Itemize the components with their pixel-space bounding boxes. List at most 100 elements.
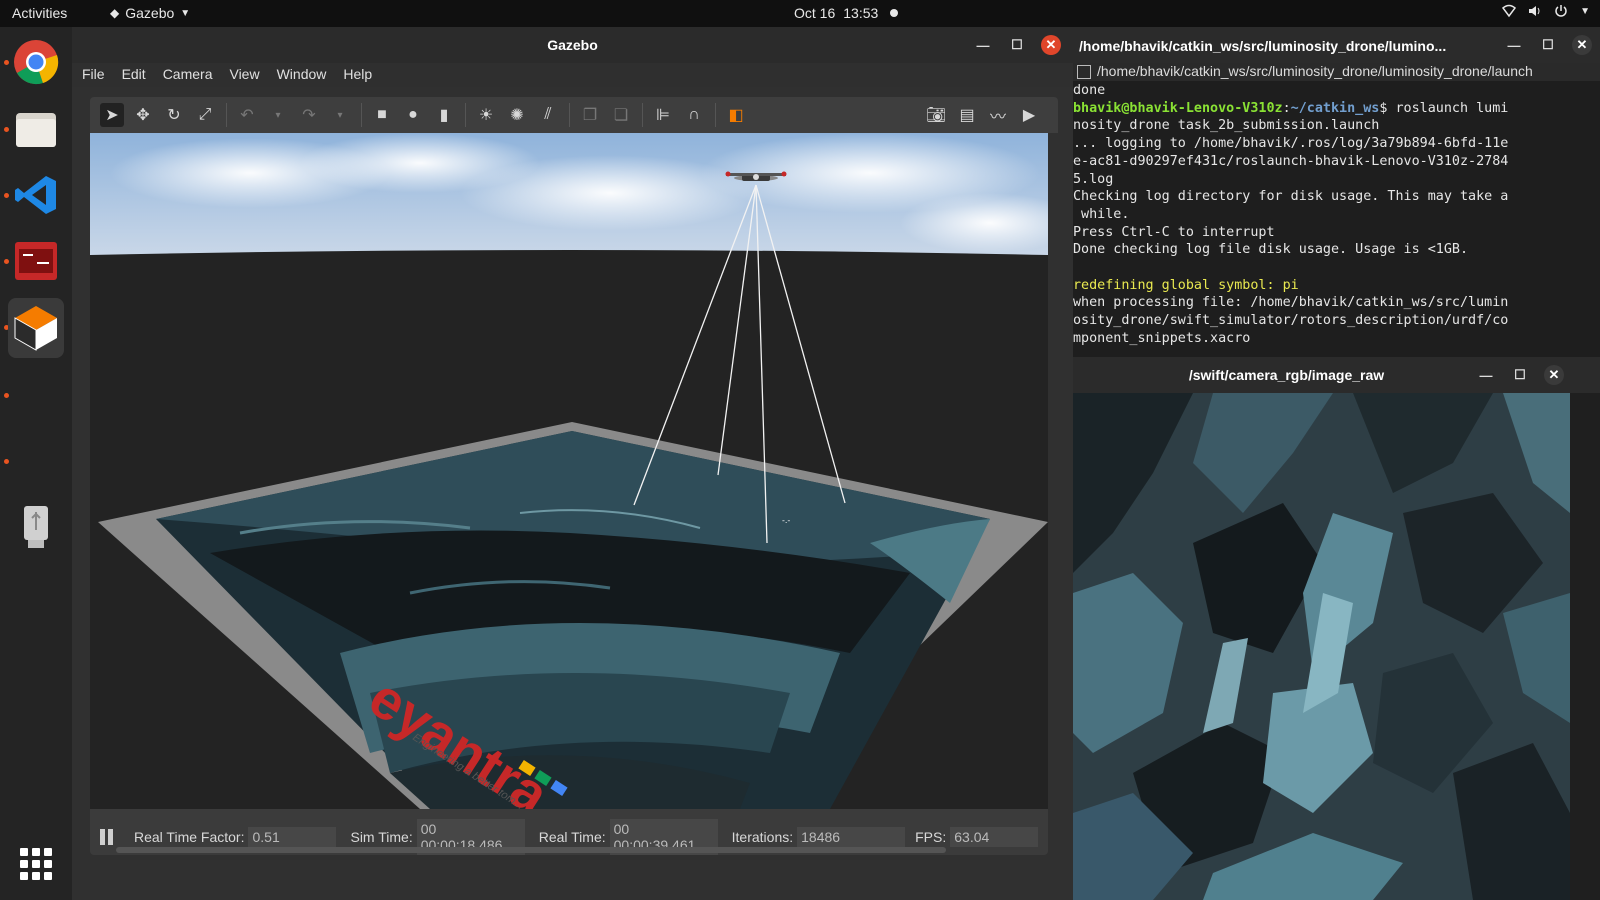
- menu-window[interactable]: Window: [277, 63, 338, 87]
- iterations-label: Iterations:: [731, 829, 794, 845]
- redo-dropdown-icon[interactable]: ▾: [328, 103, 352, 127]
- prompt-path: ~/catkin_ws: [1290, 100, 1380, 116]
- align-icon[interactable]: ⊫: [651, 103, 675, 127]
- close-button[interactable]: ✕: [1041, 35, 1061, 55]
- menu-edit[interactable]: Edit: [122, 63, 157, 87]
- terminal-icon: [15, 242, 57, 280]
- maximize-button[interactable]: ☐: [1538, 35, 1558, 55]
- undo-dropdown-icon[interactable]: ▾: [266, 103, 290, 127]
- minimize-button[interactable]: —: [1504, 35, 1524, 55]
- spot-light-icon[interactable]: ✺: [505, 103, 529, 127]
- copy-icon[interactable]: ❐: [578, 103, 602, 127]
- 3d-viewport[interactable]: eyantra Engineering a better tom... -.-: [90, 133, 1048, 809]
- sphere-shape-icon[interactable]: ●: [401, 103, 425, 127]
- terminal-line: Done checking log file disk usage. Usage…: [1073, 242, 1469, 258]
- window-title: /swift/camera_rgb/image_raw: [1188, 367, 1385, 383]
- dock-usb-drive[interactable]: [10, 501, 62, 553]
- close-button[interactable]: ✕: [1544, 365, 1564, 385]
- svg-text:-.-: -.-: [782, 516, 790, 525]
- fps-label: FPS:: [915, 829, 947, 845]
- minimize-button[interactable]: —: [973, 35, 993, 55]
- camera-image-render: [1073, 393, 1570, 900]
- chrome-icon: [14, 40, 59, 85]
- terminal-line: osity_drone/swift_simulator/rotors_descr…: [1073, 313, 1509, 329]
- dock-chrome[interactable]: [10, 36, 62, 88]
- menu-view[interactable]: View: [229, 63, 270, 87]
- image-view-titlebar[interactable]: /swift/camera_rgb/image_raw — ☐ ✕: [1073, 357, 1600, 393]
- box-shape-icon[interactable]: ■: [370, 103, 394, 127]
- usb-drive-icon: [24, 506, 48, 548]
- network-icon: [1502, 4, 1517, 21]
- point-light-icon[interactable]: ☀: [474, 103, 498, 127]
- clock[interactable]: Oct 16 13:53: [794, 5, 878, 21]
- minimize-button[interactable]: —: [1476, 365, 1496, 385]
- close-button[interactable]: ✕: [1572, 35, 1592, 55]
- terminal-titlebar[interactable]: /home/bhavik/catkin_ws/src/luminosity_dr…: [1073, 27, 1600, 63]
- vscode-icon: [15, 176, 56, 214]
- window-title: Gazebo: [547, 37, 598, 53]
- terminal-tab-label: /home/bhavik/catkin_ws/src/luminosity_dr…: [1097, 63, 1533, 79]
- rotate-mode-icon[interactable]: ↻: [162, 103, 186, 127]
- terminal-line: mponent_snippets.xacro: [1073, 330, 1251, 346]
- activities-button[interactable]: Activities: [12, 5, 67, 21]
- running-indicator: [4, 60, 9, 65]
- menu-file[interactable]: File: [82, 63, 116, 87]
- iterations-value: 18486: [797, 827, 906, 847]
- menu-camera[interactable]: Camera: [163, 63, 224, 87]
- directional-light-icon[interactable]: ⫽: [536, 103, 560, 127]
- terminal-output[interactable]: done bhavik@bhavik-Lenovo-V310z:~/catkin…: [1073, 82, 1594, 357]
- undo-icon[interactable]: ↶: [235, 103, 259, 127]
- dock-gazebo[interactable]: [8, 298, 64, 358]
- dock-terminal[interactable]: [10, 235, 62, 287]
- terminal-line: Press Ctrl-C to interrupt: [1073, 224, 1275, 240]
- power-icon: [1554, 4, 1568, 21]
- select-mode-icon[interactable]: ➤: [100, 103, 124, 127]
- dock-vscode[interactable]: [10, 169, 62, 221]
- maximize-button[interactable]: ☐: [1510, 365, 1530, 385]
- rtf-label: Real Time Factor:: [134, 829, 245, 845]
- paste-icon[interactable]: ❏: [609, 103, 633, 127]
- rtf-value: 0.51: [248, 827, 337, 847]
- prompt-user: bhavik@bhavik-Lenovo-V310z: [1073, 100, 1283, 116]
- view-angle-icon[interactable]: ◧: [724, 103, 748, 127]
- gazebo-titlebar[interactable]: Gazebo — ☐ ✕: [72, 27, 1073, 63]
- terminal-warning-line: redefining global symbol: pi: [1073, 277, 1299, 293]
- horizontal-scrollbar[interactable]: [116, 847, 946, 853]
- log-icon[interactable]: ▤: [955, 103, 979, 127]
- dock: [0, 27, 72, 900]
- dock-files[interactable]: [10, 103, 62, 155]
- clock-date: Oct 16: [794, 5, 836, 21]
- running-indicator: [4, 127, 9, 132]
- screenshot-camera-icon[interactable]: 📷︎: [924, 103, 948, 127]
- cylinder-shape-icon[interactable]: ▮: [432, 103, 456, 127]
- snap-magnet-icon[interactable]: ∩: [682, 103, 706, 127]
- terminal-prompt-line: bhavik@bhavik-Lenovo-V310z:~/catkin_ws$ …: [1073, 100, 1509, 116]
- system-tray[interactable]: ▼: [1502, 4, 1590, 21]
- show-applications-icon[interactable]: [20, 848, 52, 880]
- plot-icon[interactable]: 〰: [986, 103, 1010, 127]
- toolbar-separator: [361, 103, 362, 127]
- scene-render: eyantra Engineering a better tom... -.-: [90, 133, 1048, 809]
- translate-mode-icon[interactable]: ✥: [131, 103, 155, 127]
- files-icon: [16, 113, 56, 147]
- camera-image[interactable]: [1073, 393, 1570, 900]
- scale-mode-icon[interactable]: ⤢: [193, 103, 217, 127]
- video-record-icon[interactable]: ▶: [1017, 103, 1041, 127]
- terminal-line: nosity_drone task_2b_submission.launch: [1073, 118, 1380, 134]
- redo-icon[interactable]: ↷: [297, 103, 321, 127]
- pause-icon[interactable]: [100, 829, 114, 845]
- toolbar-separator: [465, 103, 466, 127]
- terminal-line: when processing file: /home/bhavik/catki…: [1073, 295, 1509, 311]
- vertical-scrollbar[interactable]: [1570, 393, 1600, 900]
- sim-time-label: Sim Time:: [350, 829, 413, 845]
- terminal-tab[interactable]: /home/bhavik/catkin_ws/src/luminosity_dr…: [1073, 63, 1600, 81]
- menu-help[interactable]: Help: [343, 63, 383, 87]
- maximize-button[interactable]: ☐: [1007, 35, 1027, 55]
- gazebo-window: Gazebo — ☐ ✕ File Edit Camera View Windo…: [72, 27, 1073, 900]
- toolbar-separator: [642, 103, 643, 127]
- app-menu[interactable]: ◆ Gazebo ▼: [110, 5, 190, 21]
- status-bar: Real Time Factor: 0.51 Sim Time: 00 00:0…: [90, 809, 1048, 855]
- running-indicator: [4, 193, 9, 198]
- terminal-line: while.: [1073, 206, 1130, 222]
